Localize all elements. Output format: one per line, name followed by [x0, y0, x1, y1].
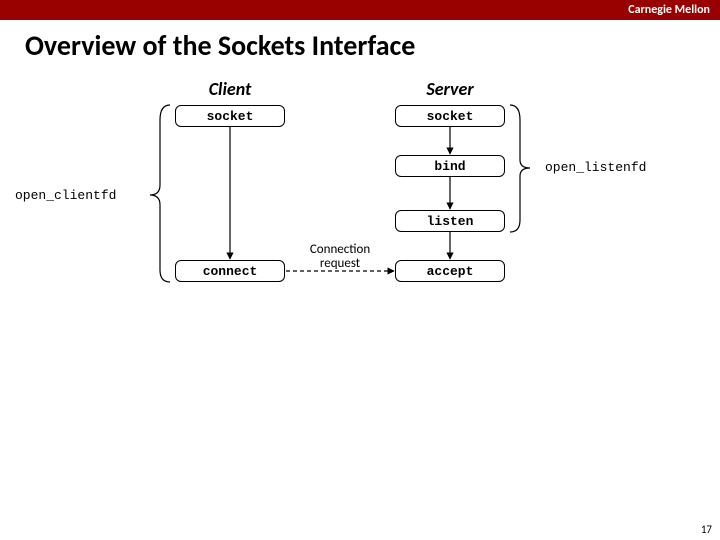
- open-clientfd-label: open_clientfd: [15, 188, 116, 203]
- open-listenfd-label: open_listenfd: [545, 160, 646, 175]
- slide-title: Overview of the Sockets Interface: [25, 28, 415, 63]
- page-number: 17: [701, 523, 712, 536]
- server-column-header: Server: [390, 78, 510, 100]
- header-bar: Carnegie Mellon: [0, 0, 720, 20]
- client-socket-box: socket: [175, 105, 285, 127]
- server-listen-box: listen: [395, 210, 505, 232]
- client-column-header: Client: [170, 78, 290, 100]
- server-socket-box: socket: [395, 105, 505, 127]
- brand-text: Carnegie Mellon: [628, 3, 710, 17]
- server-bind-box: bind: [395, 155, 505, 177]
- server-accept-box: accept: [395, 260, 505, 282]
- connection-request-label: Connection request: [300, 243, 380, 271]
- client-connect-box: connect: [175, 260, 285, 282]
